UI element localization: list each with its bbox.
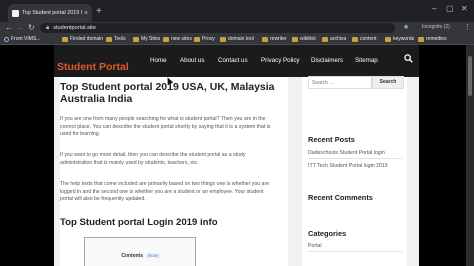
divider (308, 251, 402, 252)
tab-strip: Top Student portal 2019 USA, U × + – ▢ ✕ (0, 0, 474, 22)
toc-label: Contents (121, 253, 143, 259)
minimize-icon[interactable]: – (432, 4, 436, 13)
folder-icon (106, 36, 112, 42)
nav-home[interactable]: Home (150, 57, 167, 64)
bookmark-folder[interactable]: My Sites (133, 36, 160, 42)
tab-title: Top Student portal 2019 USA, U (22, 10, 82, 16)
maximize-icon[interactable]: ▢ (446, 4, 454, 13)
folder-icon (163, 36, 169, 42)
folder-icon (62, 36, 68, 42)
recent-posts-heading: Recent Posts (308, 135, 355, 144)
categories-heading: Categories (308, 229, 347, 238)
tab-active[interactable]: Top Student portal 2019 USA, U × (8, 4, 92, 22)
sidebar-search-button[interactable]: Search (372, 76, 404, 89)
folder-icon (352, 36, 358, 42)
bookmark-item[interactable]: From VIMS... (4, 36, 40, 42)
nav-privacy-policy[interactable]: Privacy Policy (261, 57, 300, 64)
folder-icon (385, 36, 391, 42)
bookmark-star-icon[interactable]: ★ (403, 23, 409, 31)
url-text: studentportal.site (53, 25, 96, 31)
bookmark-folder[interactable]: wikilink (292, 36, 316, 42)
bookmark-folder[interactable]: keywords (385, 36, 414, 42)
section-heading: Top Student portal Login 2019 info (60, 217, 218, 228)
nav-disclaimers[interactable]: Disclaimers (311, 57, 343, 64)
divider (308, 158, 402, 159)
bookmark-folder[interactable]: Finded domain (62, 36, 103, 42)
page-viewport: Student Portal Home About us Contact us … (0, 45, 474, 266)
category-link[interactable]: Portal (308, 243, 322, 249)
search-icon[interactable] (404, 54, 413, 63)
webpage: Student Portal Home About us Contact us … (54, 45, 419, 266)
address-bar[interactable]: 🔒︎ studentportal.site (40, 23, 395, 33)
folder-icon (133, 36, 139, 42)
folder-icon (220, 36, 226, 42)
folder-icon (292, 36, 298, 42)
scrollbar-thumb[interactable] (468, 56, 472, 96)
nav-contact-us[interactable]: Contact us (218, 57, 248, 64)
post-paragraph: The help texts that come included are pr… (60, 181, 270, 202)
recent-comments-heading: Recent Comments (308, 193, 373, 202)
tab-close-icon[interactable]: × (84, 10, 88, 17)
nav-about-us[interactable]: About us (180, 57, 204, 64)
bookmark-folder[interactable]: remedies (418, 36, 447, 42)
post-paragraph: If you are one from many people searchin… (60, 116, 271, 137)
folder-icon (262, 36, 268, 42)
folder-icon (418, 36, 424, 42)
reload-icon[interactable]: ↻ (28, 23, 35, 33)
bookmark-folder[interactable]: Tools (106, 36, 126, 42)
browser-menu-icon[interactable]: ⋮ (464, 23, 471, 31)
bookmarks-bar: From VIMS... Finded domain Tools My Site… (0, 34, 474, 45)
site-header: Student Portal Home About us Contact us … (54, 45, 419, 77)
sidebar-search-input[interactable]: Search ... (308, 76, 372, 89)
bookmark-folder[interactable]: rewriter (262, 36, 287, 42)
nav-sitemap[interactable]: Sitemap (355, 57, 378, 64)
browser-window: Top Student portal 2019 USA, U × + – ▢ ✕… (0, 0, 474, 266)
forward-icon[interactable]: → (16, 23, 24, 33)
folder-icon (194, 36, 200, 42)
site-favicon-icon (12, 9, 19, 17)
bookmark-folder[interactable]: archiva (322, 36, 346, 42)
lock-icon: 🔒︎ (46, 24, 50, 31)
table-of-contents: Contents [hide] (84, 237, 196, 266)
bookmark-folder[interactable]: domain tool (220, 36, 254, 42)
toc-hide-link[interactable]: [hide] (147, 253, 158, 258)
post-title: Top Student portal 2019 USA, UK, Malaysi… (60, 81, 275, 105)
recent-post-link[interactable]: ITT Tech Student Portal login 2019 (308, 163, 388, 169)
bookmark-folder[interactable]: new sites (163, 36, 192, 42)
site-title-link[interactable]: Student Portal (57, 61, 129, 73)
address-toolbar: ← → ↻ 🔒︎ studentportal.site ★ Incognito … (0, 22, 474, 34)
back-icon[interactable]: ← (5, 23, 13, 33)
bookmark-folder[interactable]: content (352, 36, 376, 42)
new-tab-button[interactable]: + (96, 7, 102, 17)
globe-icon (4, 36, 9, 42)
close-window-icon[interactable]: ✕ (461, 4, 468, 13)
bookmark-folder[interactable]: Proxy (194, 36, 215, 42)
folder-icon (322, 36, 328, 42)
recent-post-link[interactable]: Dadeschools Student Portal login (308, 150, 385, 156)
incognito-indicator[interactable]: Incognito (2) (422, 24, 450, 30)
post-paragraph: If you want to go more detail, then you … (60, 152, 246, 166)
